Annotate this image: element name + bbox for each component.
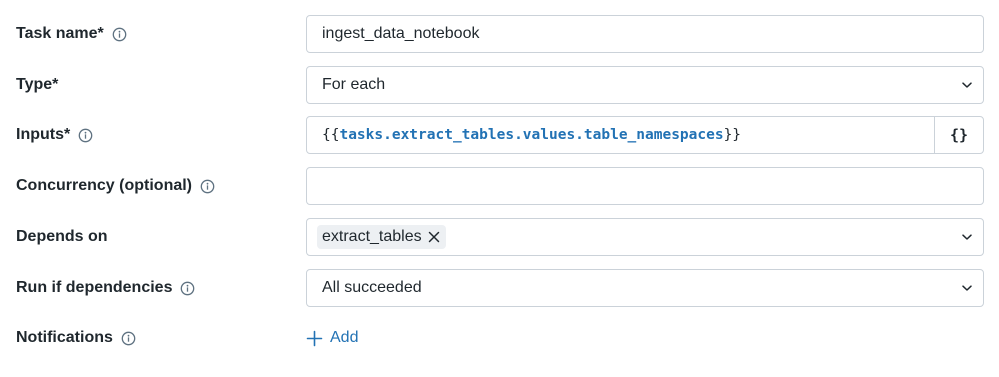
chevron-down-icon bbox=[961, 282, 973, 294]
open-brace: {{ bbox=[322, 127, 340, 143]
type-value: For each bbox=[322, 76, 386, 93]
concurrency-label-group: Concurrency (optional) bbox=[16, 167, 215, 205]
run-if-row: Run if dependencies All succeeded bbox=[0, 269, 999, 307]
inputs-label-group: Inputs* bbox=[16, 116, 93, 154]
concurrency-label: Concurrency (optional) bbox=[16, 177, 193, 194]
inputs-row: Inputs* {{tasks.extract_tables.values.ta… bbox=[0, 116, 999, 154]
chevron-down-icon bbox=[961, 79, 973, 91]
task-name-row: Task name* ingest_data_notebook bbox=[0, 15, 999, 53]
type-select[interactable]: For each bbox=[306, 66, 984, 104]
info-icon[interactable] bbox=[200, 179, 215, 194]
dependency-tag-label: extract_tables bbox=[322, 228, 422, 245]
info-icon[interactable] bbox=[121, 331, 136, 346]
dynamic-value-button[interactable]: {} bbox=[934, 117, 983, 153]
inputs-label: Inputs* bbox=[16, 126, 71, 143]
run-if-value: All succeeded bbox=[322, 279, 422, 296]
inputs-expression-field[interactable]: {{tasks.extract_tables.values.table_name… bbox=[306, 116, 984, 154]
run-if-label-group: Run if dependencies bbox=[16, 269, 195, 307]
type-label: Type* bbox=[16, 76, 59, 93]
depends-on-row: Depends on extract_tables bbox=[0, 218, 999, 256]
info-icon[interactable] bbox=[78, 128, 93, 143]
notifications-label-group: Notifications bbox=[16, 319, 136, 357]
run-if-label: Run if dependencies bbox=[16, 279, 173, 296]
add-notification-button[interactable]: Add bbox=[306, 319, 358, 357]
notifications-label: Notifications bbox=[16, 329, 113, 346]
close-brace: }} bbox=[723, 127, 742, 143]
depends-on-label-group: Depends on bbox=[16, 218, 108, 256]
task-name-label-group: Task name* bbox=[16, 15, 127, 53]
depends-on-label: Depends on bbox=[16, 228, 108, 245]
inputs-expression: {{tasks.extract_tables.values.table_name… bbox=[322, 117, 741, 153]
type-label-group: Type* bbox=[16, 66, 58, 104]
close-icon[interactable] bbox=[428, 231, 440, 243]
dynamic-value-reference: tasks.extract_tables.values.table_namesp… bbox=[339, 127, 724, 143]
concurrency-input[interactable] bbox=[306, 167, 984, 205]
plus-icon bbox=[306, 330, 323, 347]
info-icon[interactable] bbox=[112, 27, 127, 42]
run-if-select[interactable]: All succeeded bbox=[306, 269, 984, 307]
depends-on-select[interactable]: extract_tables bbox=[306, 218, 984, 256]
info-icon[interactable] bbox=[180, 281, 195, 296]
notifications-row: Notifications Add bbox=[0, 319, 999, 357]
task-name-value: ingest_data_notebook bbox=[322, 25, 480, 42]
add-notification-label: Add bbox=[330, 329, 359, 346]
task-name-input[interactable]: ingest_data_notebook bbox=[306, 15, 984, 53]
chevron-down-icon bbox=[961, 231, 973, 243]
dependency-tag: extract_tables bbox=[317, 225, 446, 249]
task-name-label: Task name* bbox=[16, 25, 104, 42]
task-settings-form: Task name* ingest_data_notebook Type* Fo… bbox=[0, 0, 999, 377]
type-row: Type* For each bbox=[0, 66, 999, 104]
concurrency-row: Concurrency (optional) bbox=[0, 167, 999, 205]
